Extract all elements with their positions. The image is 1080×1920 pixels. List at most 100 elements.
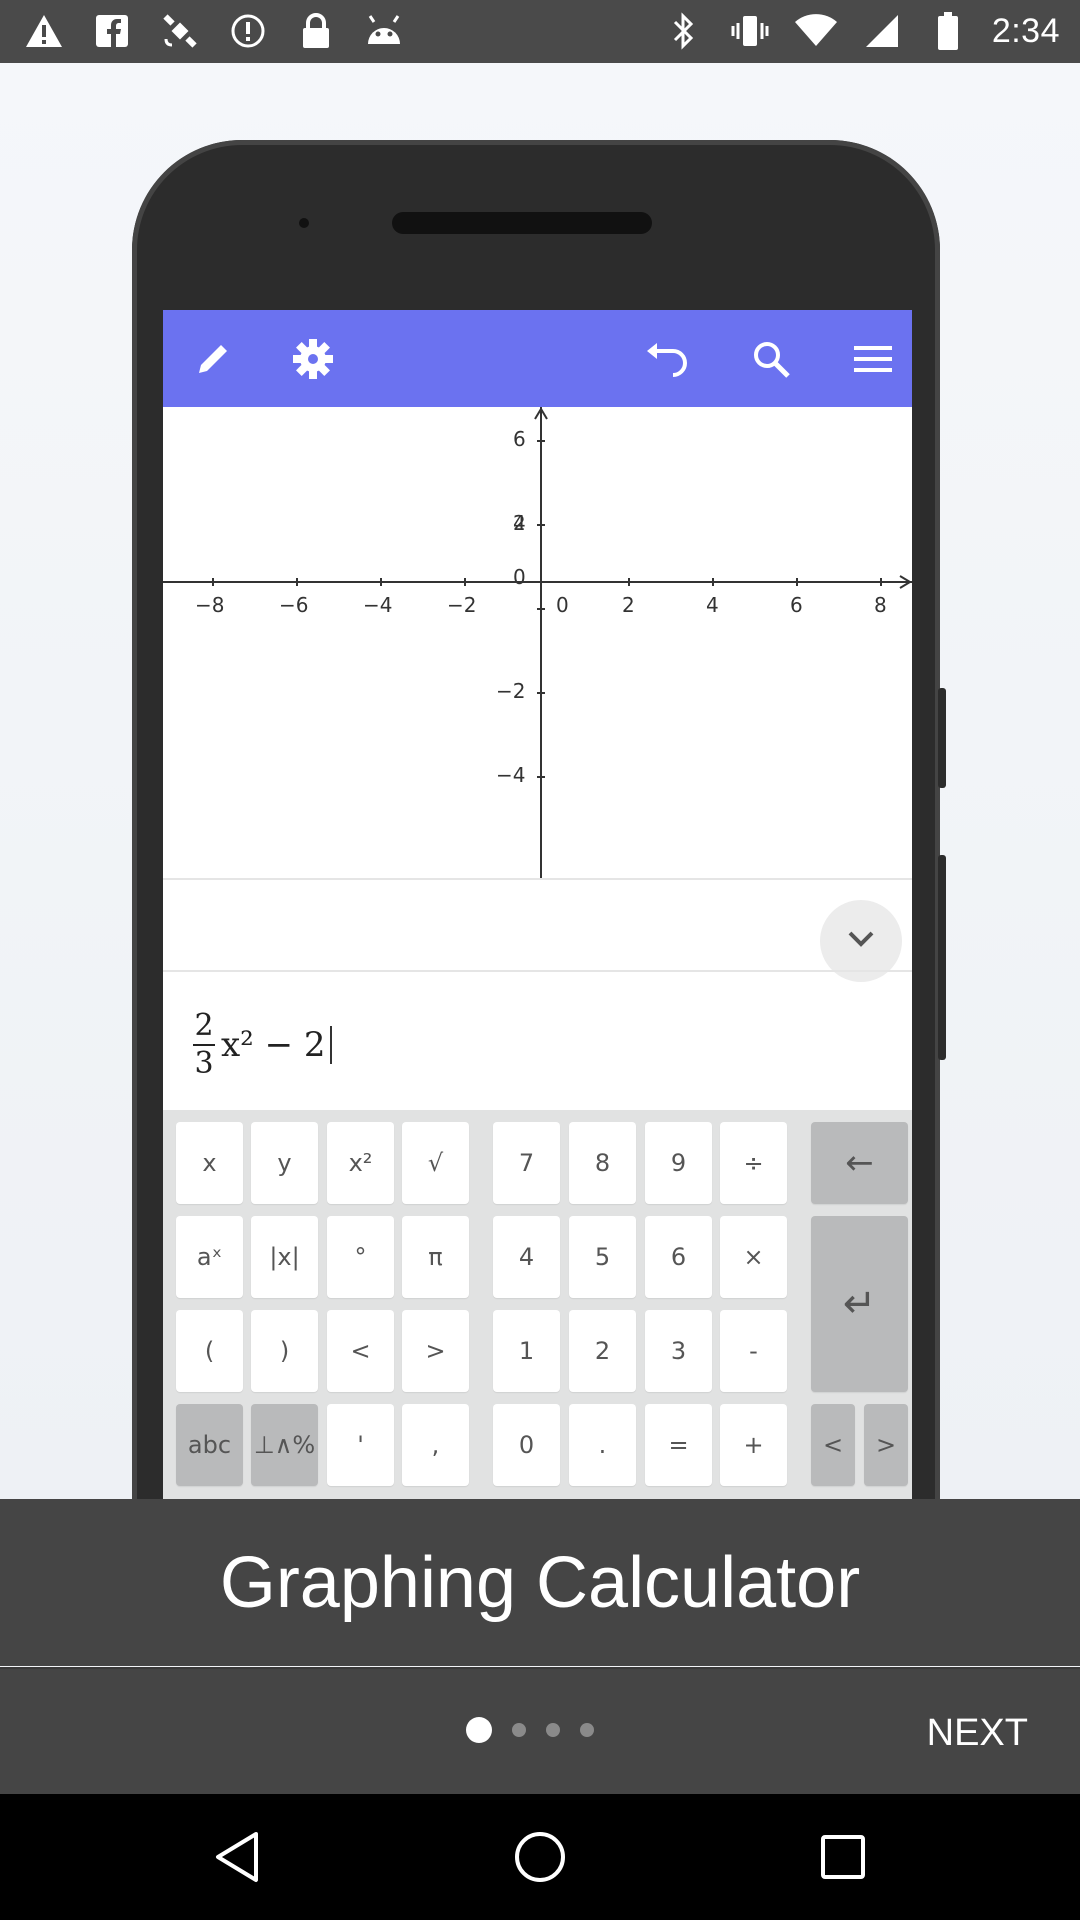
key-8[interactable]: 8 [569, 1122, 636, 1204]
satellite-icon [158, 9, 202, 53]
x-tick-label: 0 [556, 593, 569, 617]
key-symbols[interactable]: ⊥∧% [251, 1404, 318, 1486]
key-decimal[interactable]: . [569, 1404, 636, 1486]
key-open-paren[interactable]: ( [176, 1310, 243, 1392]
page-indicator [466, 1717, 594, 1743]
key-cursor-right[interactable]: > [864, 1404, 908, 1486]
key-a-power-x[interactable]: aˣ [176, 1216, 243, 1298]
graph-algebra-divider [163, 878, 912, 880]
text-caret [329, 1026, 332, 1064]
x-tick-label: −8 [195, 593, 225, 617]
x-tick-label: −4 [363, 593, 393, 617]
graph-view[interactable]: −8 −6 −4 −2 0 2 4 6 8 6 4 2 0 −2 −4 [163, 407, 912, 878]
page-dot-4[interactable] [580, 1723, 594, 1737]
phone-camera [299, 218, 309, 228]
android-icon [362, 9, 406, 53]
key-equals[interactable]: = [645, 1404, 712, 1486]
math-keyboard: x y x² √ aˣ |x| ° π ( ) < > abc ⊥∧% ' , … [163, 1110, 912, 1500]
fraction-denominator: 3 [194, 1046, 214, 1081]
key-enter[interactable]: ↵ [811, 1216, 908, 1392]
warning-icon [22, 9, 66, 53]
search-icon [746, 334, 796, 384]
undo-icon [643, 334, 693, 384]
expression-text: x² − 2 [221, 1025, 326, 1065]
gear-icon [288, 334, 338, 384]
fraction-numerator: 2 [194, 1008, 214, 1043]
expression-input[interactable]: 2 3 x² − 2 [193, 1000, 332, 1090]
page-dot-1[interactable] [466, 1717, 492, 1743]
recents-icon[interactable] [809, 1823, 877, 1891]
key-abc[interactable]: abc [176, 1404, 243, 1486]
vibrate-icon [728, 9, 772, 53]
key-9[interactable]: 9 [645, 1122, 712, 1204]
page-dot-3[interactable] [546, 1723, 560, 1737]
key-degree[interactable]: ° [327, 1216, 394, 1298]
key-divide[interactable]: ÷ [720, 1122, 787, 1204]
back-icon[interactable] [203, 1823, 271, 1891]
x-tick-label: 6 [790, 593, 803, 617]
key-3[interactable]: 3 [645, 1310, 712, 1392]
y-tick-label: 0 [513, 565, 526, 589]
x-tick-label: 8 [874, 593, 887, 617]
facebook-icon [90, 9, 134, 53]
key-5[interactable]: 5 [569, 1216, 636, 1298]
menu-icon [848, 334, 898, 384]
x-tick-label: 4 [706, 593, 719, 617]
key-comma[interactable]: , [402, 1404, 469, 1486]
key-sqrt[interactable]: √ [402, 1122, 469, 1204]
phone-power-button [938, 855, 946, 1060]
key-plus[interactable]: + [720, 1404, 787, 1486]
y-tick-label: −4 [496, 763, 526, 787]
phone-volume-button [938, 688, 946, 788]
info-circle-icon [226, 9, 270, 53]
system-navigation-bar [0, 1794, 1080, 1920]
graph-axes [163, 407, 912, 878]
battery-icon [926, 9, 970, 53]
app-toolbar [163, 310, 912, 407]
key-cursor-left[interactable]: < [811, 1404, 855, 1486]
key-6[interactable]: 6 [645, 1216, 712, 1298]
signal-icon [860, 9, 904, 53]
key-4[interactable]: 4 [493, 1216, 560, 1298]
x-tick-label: −6 [279, 593, 309, 617]
onboarding-nav: NEXT [0, 1667, 1080, 1796]
y-tick-label: 6 [513, 427, 526, 451]
fraction: 2 3 [193, 1008, 215, 1082]
home-icon[interactable] [506, 1823, 574, 1891]
x-tick-label: 2 [622, 593, 635, 617]
lock-icon [294, 9, 338, 53]
wifi-icon [794, 9, 838, 53]
chevron-down-icon [847, 930, 875, 953]
key-backspace[interactable]: ← [811, 1122, 908, 1204]
key-pi[interactable]: π [402, 1216, 469, 1298]
key-x[interactable]: x [176, 1122, 243, 1204]
key-1[interactable]: 1 [493, 1310, 560, 1392]
key-2[interactable]: 2 [569, 1310, 636, 1392]
key-close-paren[interactable]: ) [251, 1310, 318, 1392]
input-divider [163, 970, 912, 972]
key-apostrophe[interactable]: ' [327, 1404, 394, 1486]
key-less-than[interactable]: < [327, 1310, 394, 1392]
key-minus[interactable]: - [720, 1310, 787, 1392]
next-button[interactable]: NEXT [927, 1704, 1028, 1762]
key-greater-than[interactable]: > [402, 1310, 469, 1392]
status-bar-notifications [22, 8, 406, 54]
y-tick-label: 2 [513, 511, 526, 535]
page-dot-2[interactable] [512, 1723, 526, 1737]
onboarding-title: Graphing Calculator [219, 1542, 861, 1623]
app-screen-preview: −8 −6 −4 −2 0 2 4 6 8 6 4 2 0 −2 −4 2 3 … [163, 310, 912, 1500]
pencil-icon [188, 334, 238, 384]
key-7[interactable]: 7 [493, 1122, 560, 1204]
key-abs[interactable]: |x| [251, 1216, 318, 1298]
clock-time: 2:34 [991, 11, 1060, 50]
x-tick-label: −2 [447, 593, 477, 617]
y-tick-label: −2 [496, 679, 526, 703]
bluetooth-icon [662, 9, 706, 53]
status-bar: 2:34 [0, 0, 1080, 63]
key-x-squared[interactable]: x² [327, 1122, 394, 1204]
key-0[interactable]: 0 [493, 1404, 560, 1486]
key-multiply[interactable]: × [720, 1216, 787, 1298]
status-bar-system: 2:34 [662, 8, 1060, 54]
onboarding-title-band: Graphing Calculator [0, 1499, 1080, 1666]
key-y[interactable]: y [251, 1122, 318, 1204]
